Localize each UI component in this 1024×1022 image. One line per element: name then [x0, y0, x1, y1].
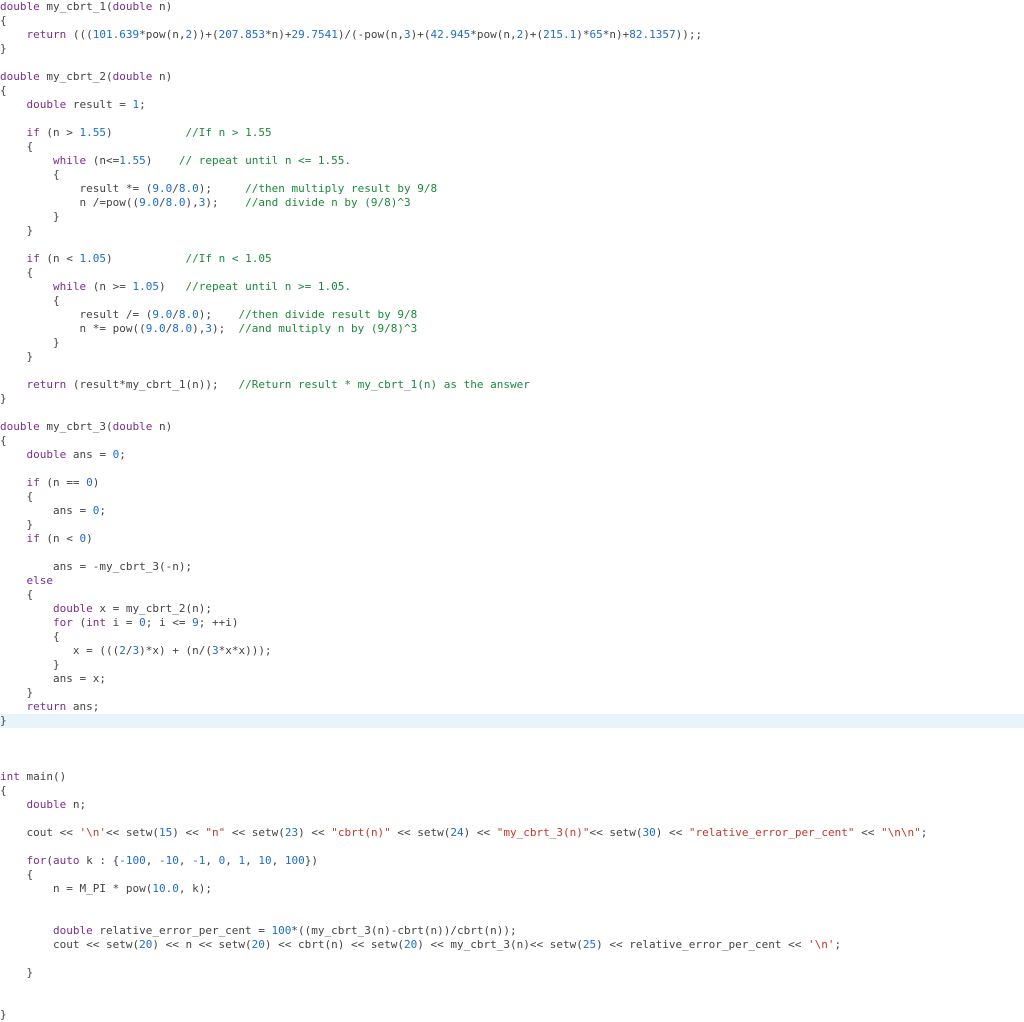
- highlighted-line: }: [0, 714, 1024, 728]
- kw-double: double: [0, 0, 40, 13]
- code-block: double my_cbrt_1(double n) { return (((1…: [0, 0, 1024, 1022]
